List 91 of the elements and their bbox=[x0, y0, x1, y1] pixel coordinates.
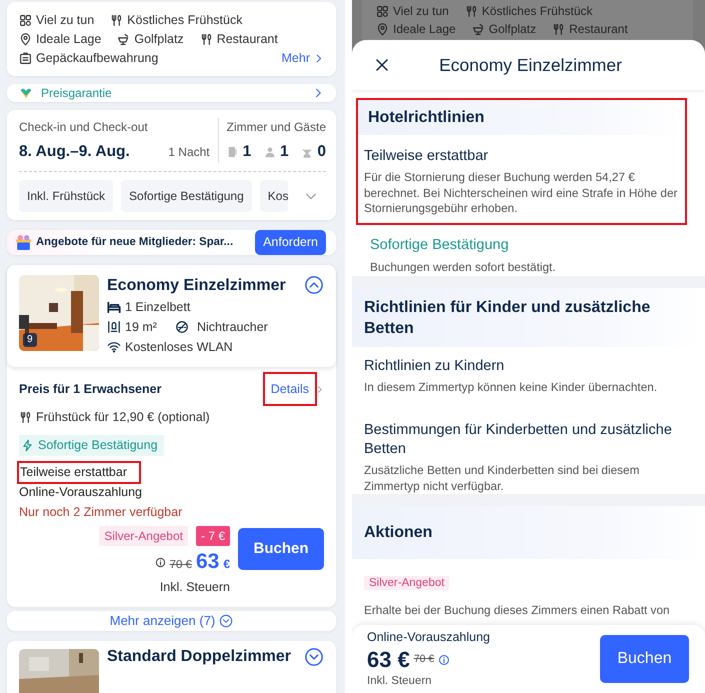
close-icon[interactable] bbox=[374, 57, 390, 73]
adult-icon bbox=[264, 146, 276, 158]
guarantee-label: Preisgarantie bbox=[41, 85, 112, 102]
info-icon bbox=[438, 654, 450, 666]
claim-button[interactable]: Anfordern bbox=[255, 230, 326, 255]
price: 63 bbox=[196, 548, 220, 575]
location-icon bbox=[19, 33, 32, 46]
wifi-label: Kostenloses WLAN bbox=[125, 339, 233, 356]
amenity-label: Ideale Lage bbox=[393, 21, 456, 38]
refund-policy: Teilweise erstattbar bbox=[19, 462, 139, 482]
amenity-label: Köstliches Frühstück bbox=[127, 12, 242, 29]
photo-count: 9 bbox=[23, 333, 37, 347]
gift-icon bbox=[15, 234, 32, 252]
book-button[interactable]: Buchen bbox=[238, 528, 324, 570]
date-selector[interactable]: Check-in und Check-out 8. Aug.–9. Aug. 1 Nacht bbox=[19, 118, 219, 164]
room-size-icon bbox=[107, 320, 121, 334]
luggage-icon bbox=[19, 52, 32, 65]
deal-tag: Silver-Angebot bbox=[99, 526, 188, 546]
room-count: 1 bbox=[242, 142, 252, 162]
activities-icon bbox=[19, 14, 32, 27]
date-range: 8. Aug.–9. Aug. bbox=[19, 142, 130, 162]
amenity-label: Köstliches Frühstück bbox=[482, 3, 593, 20]
adult-count: 1 bbox=[280, 142, 289, 162]
more-link[interactable]: Mehr bbox=[282, 49, 324, 68]
expand-icon[interactable] bbox=[304, 646, 324, 667]
nights-count: 1 Nacht bbox=[168, 144, 210, 161]
old-price: 70 € bbox=[170, 558, 192, 573]
price: 63 € bbox=[367, 646, 410, 673]
payment-type: Online-Vorauszahlung bbox=[19, 484, 143, 501]
book-button[interactable]: Buchen bbox=[600, 635, 689, 683]
policy-text: Erhalte bei der Buchung dieses Zimmers einen Rabatt von bbox=[364, 602, 671, 618]
policy-text: Zusätzliche Betten und Kinderbetten sind bei diesem Zimmertyp nicht verfügbar. bbox=[364, 463, 640, 494]
cutlery-icon bbox=[110, 14, 124, 27]
old-price: 70 € bbox=[414, 652, 434, 667]
amenity-label: Viel zu tun bbox=[393, 3, 449, 20]
price-guarantee-row[interactable]: Preisgarantie bbox=[7, 84, 336, 102]
collapse-icon[interactable] bbox=[304, 275, 324, 295]
amenity-label: Restaurant bbox=[569, 21, 628, 38]
room-name: Standard Doppelzimmer bbox=[107, 646, 292, 667]
currency: € bbox=[223, 556, 230, 573]
guests-label: Zimmer und Gäste bbox=[226, 119, 326, 136]
child-count: 0 bbox=[317, 142, 326, 162]
cutlery-icon bbox=[552, 22, 566, 36]
amenity-label: Restaurant bbox=[216, 31, 278, 48]
dates-label: Check-in und Check-out bbox=[19, 119, 149, 136]
chevron-right-icon bbox=[315, 384, 324, 394]
room-icon bbox=[226, 146, 239, 158]
deal-tag: Silver-Angebot bbox=[364, 576, 450, 590]
no-smoking-icon bbox=[174, 320, 189, 334]
room-size: 19 m² bbox=[125, 319, 157, 336]
bed-type: 1 Einzelbett bbox=[125, 299, 190, 316]
wifi-icon bbox=[107, 340, 121, 354]
payment-type: Online-Vorauszahlung bbox=[367, 629, 491, 646]
policy-text: Buchungen werden sofort bestätigt. bbox=[370, 260, 557, 276]
confirmation-badge: Sofortige Bestätigung bbox=[19, 435, 164, 456]
chevron-down-icon bbox=[219, 614, 234, 628]
policy-title: Richtlinien zu Kindern bbox=[364, 356, 506, 376]
filter-chip[interactable]: Sofortige Bestätigung bbox=[121, 180, 252, 212]
activities-icon bbox=[376, 4, 389, 18]
policy-text: In diesem Zimmertyp können keine Kinder übernachten. bbox=[364, 380, 658, 396]
cutlery-icon bbox=[19, 410, 32, 424]
discount-tag: - 7 € bbox=[196, 526, 230, 546]
smoking-policy: Nichtraucher bbox=[196, 319, 268, 336]
filter-chip[interactable]: Kos bbox=[260, 180, 288, 212]
breakfast-option: Frühstück für 12,90 € (optional) bbox=[36, 407, 210, 427]
room-name: Economy Einzelzimmer bbox=[107, 276, 286, 296]
guests-selector[interactable]: Zimmer und Gäste 1 1 0 bbox=[218, 118, 326, 164]
promo-text: Angebote für neue Mitglieder: Spar... bbox=[36, 235, 234, 250]
cutlery-icon bbox=[464, 4, 478, 18]
filter-chip[interactable]: Inkl. Frühstück bbox=[19, 180, 114, 212]
amenity-label: Golfplatz bbox=[134, 31, 184, 48]
bed-icon bbox=[107, 300, 121, 314]
sheet-title: Economy Einzelzimmer bbox=[438, 54, 623, 77]
availability-note: Nur noch 2 Zimmer verfügbar bbox=[19, 504, 184, 521]
rate-title: Preis für 1 Erwachsener bbox=[19, 380, 162, 398]
guarantee-icon bbox=[19, 86, 33, 100]
cutlery-icon bbox=[200, 33, 213, 46]
policy-text: Für die Stornierung dieser Buchung werden 54,27 € berechnet. Bei Nichterscheinen wird eine Strafe in Höhe der Stornierungsgebühr erhoben. bbox=[364, 170, 678, 216]
tax-note: Inkl. Steuern bbox=[367, 674, 433, 689]
bolt-icon bbox=[21, 438, 34, 452]
details-link[interactable]: Details bbox=[264, 374, 315, 404]
tax-note: Inkl. Steuern bbox=[160, 579, 230, 596]
amenity-label: Viel zu tun bbox=[36, 12, 94, 29]
policy-title: Bestimmungen für Kinderbetten und zusätzliche Betten bbox=[364, 421, 673, 460]
policy-title: Sofortige Bestätigung bbox=[370, 236, 510, 254]
info-icon bbox=[154, 556, 166, 568]
amenity-label: Golfplatz bbox=[488, 21, 536, 38]
policy-title: Teilweise erstattbar bbox=[364, 147, 490, 166]
amenity-label: Gepäckaufbewahrung bbox=[36, 50, 158, 67]
location-icon bbox=[376, 22, 389, 36]
amenity-label: Ideale Lage bbox=[36, 31, 102, 48]
